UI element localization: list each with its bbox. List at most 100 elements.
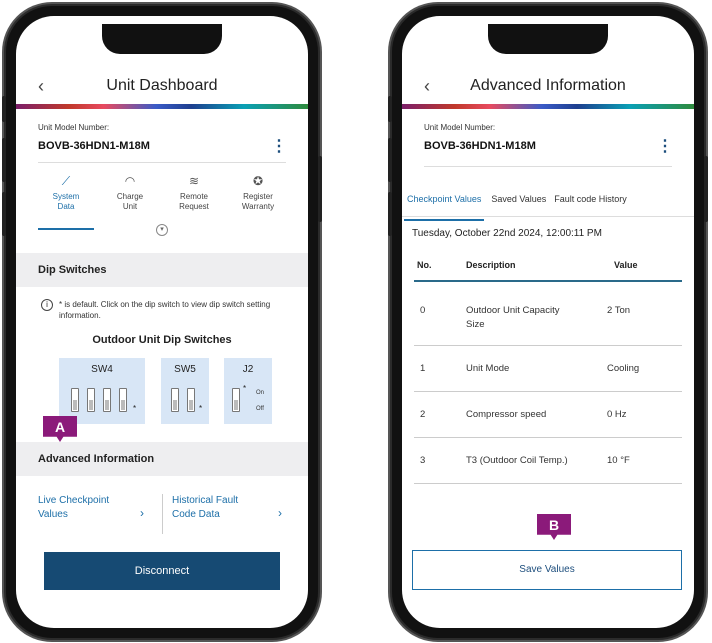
phone-volume-up [388, 138, 392, 182]
off-label: Off [256, 406, 264, 412]
section-title: Dip Switches [38, 264, 107, 276]
brand-color-bar [16, 104, 308, 109]
phone-mute-switch [388, 96, 392, 122]
app-header: ‹ Advanced Information [402, 74, 694, 104]
table-row: 2 Compressor speed 0 Hz [414, 392, 682, 438]
info-icon: i [41, 299, 53, 311]
award-icon: ✪ [252, 174, 264, 188]
row-description: T3 (Outdoor Coil Temp.) [466, 455, 568, 466]
table-row: 3 T3 (Outdoor Coil Temp.) 10 °F [414, 438, 682, 484]
tab-label: System [52, 192, 80, 201]
phone-volume-down [2, 192, 6, 236]
link-text: Historical Fault [172, 495, 239, 506]
more-options-icon[interactable]: ⋮ [657, 136, 673, 156]
tab-label: Register [243, 192, 273, 201]
tab-register-warranty[interactable]: ✪ Register Warranty [226, 174, 290, 226]
chart-icon: ⟋ [61, 174, 71, 188]
more-options-icon[interactable]: ⋮ [271, 136, 287, 156]
row-no: 2 [420, 409, 426, 420]
callout-badge-b: B [537, 514, 571, 540]
timestamp: Tuesday, October 22nd 2024, 12:00:11 PM [412, 228, 602, 239]
advanced-info-header: Advanced Information [16, 442, 308, 476]
save-values-button[interactable]: Save Values [412, 550, 682, 590]
dip-subtitle: Outdoor Unit Dip Switches [92, 334, 232, 346]
model-number-label: Unit Model Number: [38, 123, 110, 132]
row-no: 3 [420, 455, 426, 466]
switch-toggle[interactable] [87, 388, 95, 412]
tab-label: Charge [116, 192, 144, 201]
phone-volume-down [388, 192, 392, 236]
tab-fault-code-history[interactable]: Fault code History [551, 192, 630, 214]
phone-volume-up [2, 138, 6, 182]
phone-notch [102, 24, 222, 54]
page-title: Unit Dashboard [106, 77, 218, 94]
divider [162, 494, 163, 534]
tab-charge-unit[interactable]: ◠ Charge Unit [98, 175, 162, 226]
row-divider [414, 483, 682, 484]
dip-switch-sw5[interactable]: SW5 * [161, 358, 209, 424]
column-header-description: Description [466, 260, 516, 270]
row-value: Cooling [607, 363, 640, 374]
default-mark: * [199, 404, 203, 413]
row-value: 0 Hz [607, 409, 627, 420]
info-tabs: Checkpoint Values Saved Values Fault cod… [402, 192, 694, 221]
j2-label: J2 [242, 364, 254, 375]
dip-switch-j2[interactable]: J2 * On Off [224, 358, 272, 424]
row-description: Outdoor Unit Capacity Size [466, 304, 559, 332]
disconnect-button[interactable]: Disconnect [44, 552, 280, 590]
dip-info-text: * is default. Click on the dip switch to… [59, 300, 271, 320]
chevron-right-icon[interactable]: › [278, 506, 282, 520]
tab-saved-values[interactable]: Saved Values [488, 192, 549, 214]
app-header: ‹ Unit Dashboard [16, 74, 308, 104]
divider [38, 162, 286, 163]
tab-label: Warranty [241, 202, 275, 211]
sw5-label: SW5 [174, 364, 196, 375]
tabs-divider [402, 216, 694, 217]
dashboard-tabs: ⟋ System Data ◠ Charge Unit ≋ Remote Req… [34, 174, 290, 230]
phone-left: ‹ Unit Dashboard Unit Model Number: BOVB… [2, 6, 322, 638]
column-header-no: No. [417, 260, 432, 270]
link-text: Values [38, 509, 68, 520]
tab-system-data[interactable]: ⟋ System Data [34, 174, 98, 230]
sw4-label: SW4 [91, 364, 113, 375]
phone-power-button [318, 156, 322, 222]
historical-fault-link[interactable]: Historical Fault Code Data [172, 494, 238, 522]
tab-label: Data [57, 202, 75, 211]
model-number-value: BOVB-36HDN1-M18M [38, 140, 150, 152]
chevron-right-icon[interactable]: › [140, 506, 144, 520]
tab-label: Remote [179, 192, 208, 201]
phone-mute-switch [2, 96, 6, 122]
tab-label: Request [179, 202, 209, 211]
brand-color-bar [402, 104, 694, 109]
switch-toggle[interactable] [103, 388, 111, 412]
left-screen: ‹ Unit Dashboard Unit Model Number: BOVB… [16, 16, 308, 628]
switch-toggle[interactable] [71, 388, 79, 412]
on-label: On [256, 390, 265, 396]
description-line: Outdoor Unit Capacity [466, 305, 560, 316]
row-value: 2 Ton [607, 305, 631, 316]
link-text: Live Checkpoint [38, 495, 110, 506]
tab-remote-request[interactable]: ≋ Remote Request [162, 174, 226, 226]
tab-checkpoint-values[interactable]: Checkpoint Values [404, 192, 485, 221]
callout-badge-a: A [43, 416, 77, 442]
row-value: 10 °F [607, 455, 630, 466]
switch-toggle[interactable] [232, 388, 240, 412]
model-number-value: BOVB-36HDN1-M18M [424, 140, 536, 152]
live-checkpoint-link[interactable]: Live Checkpoint Values [38, 494, 109, 522]
dip-switch-sw4[interactable]: SW4 * [59, 358, 145, 424]
row-no: 1 [420, 363, 426, 374]
default-mark: * [133, 404, 137, 413]
dip-switches-header: Dip Switches [16, 253, 308, 287]
row-description: Compressor speed [466, 409, 547, 420]
switch-toggle[interactable] [187, 388, 195, 412]
table-row: 0 Outdoor Unit Capacity Size 2 Ton [414, 282, 682, 346]
link-text: Code Data [172, 509, 220, 520]
default-mark: * [243, 384, 247, 393]
phone-power-button [704, 156, 708, 222]
switch-toggle[interactable] [119, 388, 127, 412]
section-title: Advanced Information [38, 453, 155, 465]
switch-toggle[interactable] [171, 388, 179, 412]
column-header-value: Value [614, 260, 638, 270]
wifi-icon: ≋ [188, 174, 200, 188]
row-no: 0 [420, 305, 426, 316]
